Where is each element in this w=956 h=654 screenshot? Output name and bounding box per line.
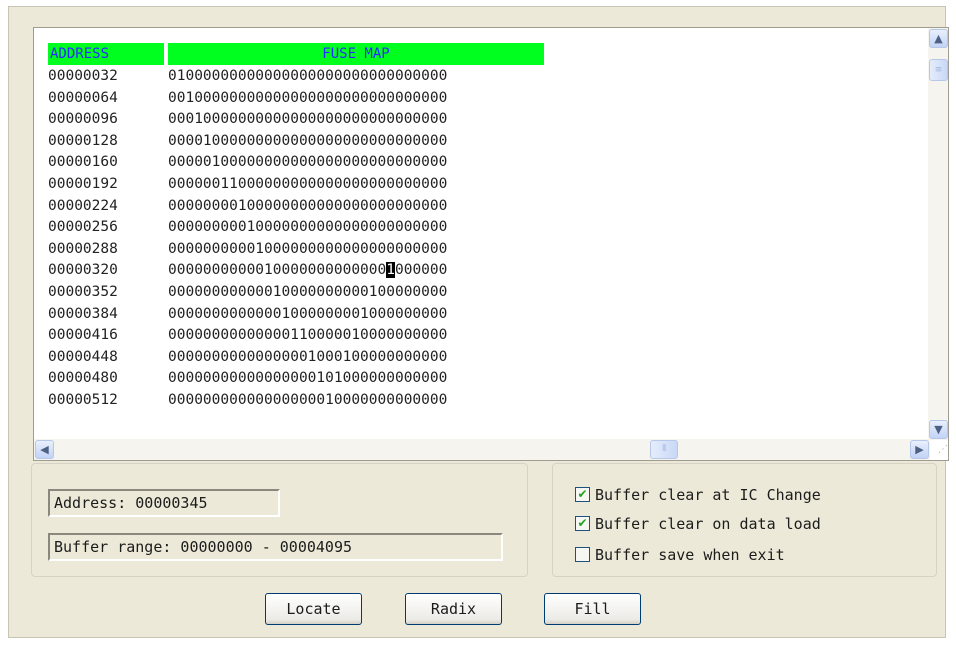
- table-row[interactable]: 00000128 00001000000000000000000000000000: [48, 130, 447, 152]
- table-row[interactable]: 00000480 00000000000000000101000000000000: [48, 367, 447, 389]
- table-row[interactable]: 00000384 00000000000001000000001000000000: [48, 303, 447, 325]
- horizontal-scroll-thumb[interactable]: ⦀: [650, 440, 679, 459]
- scroll-right-arrow-icon[interactable]: ▶: [910, 440, 929, 459]
- radix-button[interactable]: Radix: [405, 593, 502, 625]
- fill-button[interactable]: Fill: [544, 593, 641, 625]
- row-address: 00000064: [48, 89, 118, 106]
- row-address: 00000160: [48, 154, 118, 171]
- row-fuse-bits[interactable]: 00001000000000000000000000000000: [168, 130, 447, 152]
- row-fuse-bits[interactable]: 00000000000010000000000100000000: [168, 281, 447, 303]
- table-row[interactable]: 00000192 00000011000000000000000000000000: [48, 173, 447, 195]
- fuse-map-column-header: FUSE MAP: [168, 43, 544, 65]
- row-address: 00000320: [48, 262, 118, 279]
- checkmark-icon: ✔: [577, 487, 588, 501]
- vertical-scroll-thumb[interactable]: ≡: [929, 58, 948, 81]
- checkbox-save-when-exit[interactable]: [575, 547, 590, 562]
- row-address: 00000512: [48, 392, 118, 408]
- row-fuse-bits[interactable]: 00000000000100000000000001000000: [168, 259, 447, 281]
- table-row[interactable]: 00000064 00100000000000000000000000000000: [48, 87, 447, 109]
- address-column-header: ADDRESS: [48, 43, 164, 65]
- row-fuse-bits[interactable]: 00000000000000000010000000000000: [168, 389, 447, 411]
- row-fuse-bits[interactable]: 00000000100000000000000000000000: [168, 195, 447, 217]
- table-row[interactable]: 00000448 00000000000000001000100000000000: [48, 346, 447, 368]
- checkbox-clear-at-ic-change[interactable]: ✔: [575, 487, 590, 502]
- row-fuse-bits[interactable]: 00000011000000000000000000000000: [168, 173, 447, 195]
- table-row[interactable]: 00000352 00000000000010000000000100000000: [48, 281, 447, 303]
- scroll-down-arrow-icon[interactable]: ▼: [929, 420, 948, 439]
- row-address: 00000192: [48, 176, 118, 192]
- row-fuse-bits[interactable]: 00000000010000000000000000000000: [168, 216, 447, 238]
- table-row[interactable]: 00000224 00000000100000000000000000000000: [48, 195, 447, 217]
- row-address: 00000480: [48, 370, 118, 387]
- row-fuse-bits[interactable]: 00010000000000000000000000000000: [168, 108, 447, 130]
- row-address: 00000096: [48, 111, 118, 128]
- scroll-left-arrow-icon[interactable]: ◀: [35, 440, 54, 459]
- table-row[interactable]: 00000512 00000000000000000010000000000000: [48, 389, 447, 411]
- table-row[interactable]: 00000288 00000000001000000000000000000000: [48, 238, 447, 260]
- row-fuse-bits[interactable]: 00000000000000001000100000000000: [168, 346, 447, 368]
- row-address: 00000416: [48, 327, 118, 344]
- row-address: 00000224: [48, 197, 118, 214]
- row-fuse-bits[interactable]: 00000000000000000101000000000000: [168, 367, 447, 389]
- row-address: 00000384: [48, 305, 118, 322]
- table-row[interactable]: 00000096 00010000000000000000000000000000: [48, 108, 447, 130]
- resize-grip-icon: ⋰: [938, 444, 948, 455]
- table-row[interactable]: 00000416 00000000000000110000010000000000: [48, 324, 447, 346]
- address-info-group: Address: 00000345 Buffer range: 00000000…: [31, 463, 528, 577]
- checkmark-icon: ✔: [577, 516, 588, 530]
- option-label: Buffer save when exit: [595, 546, 785, 564]
- row-fuse-bits[interactable]: 00000000000000110000010000000000: [168, 324, 447, 346]
- row-address: 00000352: [48, 284, 118, 300]
- table-row[interactable]: 00000320 00000000000100000000000001000000: [48, 259, 447, 281]
- row-address: 00000448: [48, 348, 118, 365]
- row-address: 00000288: [48, 240, 118, 257]
- row-address: 00000032: [48, 68, 118, 84]
- checkbox-clear-on-data-load[interactable]: ✔: [575, 516, 590, 531]
- locate-button[interactable]: Locate: [265, 593, 362, 625]
- current-address-field: Address: 00000345: [48, 489, 280, 517]
- horizontal-scrollbar[interactable]: ◀ ⦀ ▶: [34, 439, 930, 460]
- scroll-up-arrow-icon[interactable]: ▲: [929, 29, 948, 48]
- table-row[interactable]: 00000032 01000000000000000000000000000000: [48, 65, 447, 87]
- table-row[interactable]: 00000160 00000100000000000000000000000000: [48, 151, 447, 173]
- row-fuse-bits[interactable]: 00000000001000000000000000000000: [168, 238, 447, 260]
- buffer-range-field: Buffer range: 00000000 - 00004095: [48, 533, 503, 561]
- option-label: Buffer clear at IC Change: [595, 486, 821, 504]
- edit-cursor[interactable]: 1: [386, 262, 395, 279]
- table-row[interactable]: 00000256 00000000010000000000000000000000: [48, 216, 447, 238]
- row-address: 00000128: [48, 132, 118, 149]
- fuse-map-buffer[interactable]: ADDRESS FUSE MAP 00000032 010000000000000…: [33, 27, 949, 461]
- fuse-buffer-dialog: ADDRESS FUSE MAP 00000032 010000000000000…: [8, 6, 949, 638]
- row-fuse-bits[interactable]: 00100000000000000000000000000000: [168, 87, 447, 109]
- row-address: 00000256: [48, 219, 118, 236]
- row-fuse-bits[interactable]: 00000100000000000000000000000000: [168, 151, 447, 173]
- row-fuse-bits[interactable]: 01000000000000000000000000000000: [168, 65, 447, 87]
- vertical-scrollbar[interactable]: ▲ ≡ ▼: [928, 28, 948, 440]
- row-fuse-bits[interactable]: 00000000000001000000001000000000: [168, 303, 447, 325]
- buffer-options-group: ✔ Buffer clear at IC Change ✔ Buffer cle…: [552, 463, 937, 577]
- option-label: Buffer clear on data load: [595, 515, 821, 533]
